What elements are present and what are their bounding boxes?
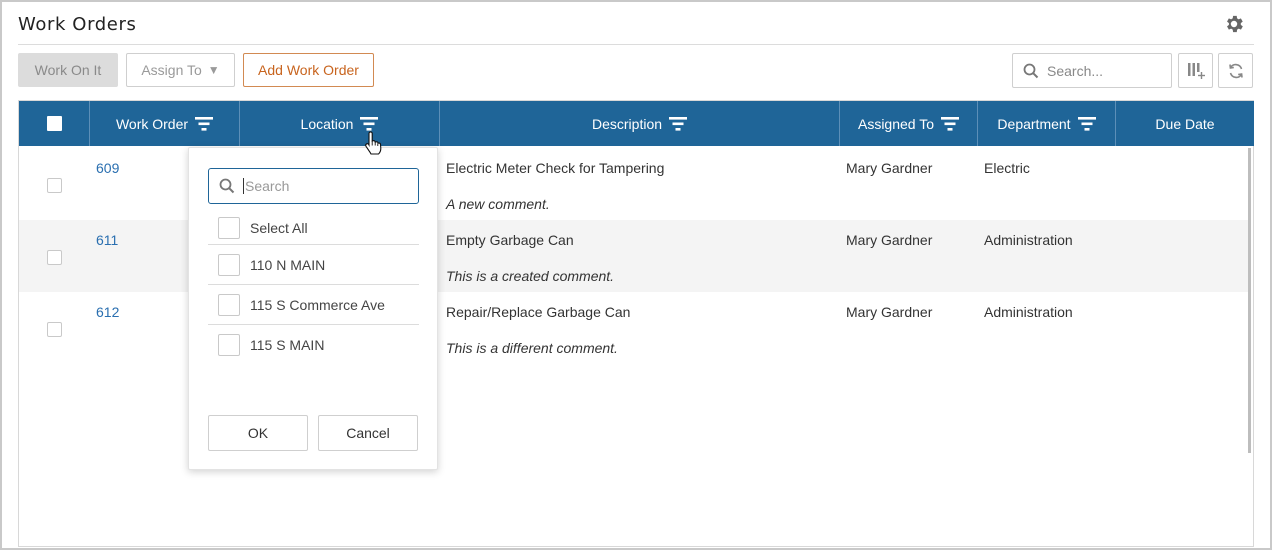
filter-icon[interactable] — [941, 116, 959, 131]
filter-option[interactable]: 115 S MAIN — [208, 324, 419, 364]
column-header-label: Assigned To — [857, 115, 934, 132]
row-description: Empty Garbage Can — [446, 232, 574, 248]
row-department: Electric — [984, 160, 1030, 176]
hand-pointer-icon — [365, 131, 382, 155]
refresh-button[interactable] — [1218, 53, 1253, 88]
row-comment: This is a different comment. — [446, 340, 618, 356]
checkbox[interactable] — [218, 333, 240, 356]
gear-icon[interactable] — [1223, 13, 1245, 35]
filter-option-label: 115 S MAIN — [250, 336, 325, 353]
filter-search[interactable] — [208, 168, 419, 204]
work-on-it-button[interactable]: Work On It — [18, 53, 118, 87]
filter-icon[interactable] — [195, 116, 214, 131]
checkbox[interactable] — [218, 253, 240, 276]
work-order-link[interactable]: 612 — [96, 304, 119, 320]
row-department: Administration — [984, 232, 1073, 248]
row-assigned-to: Mary Gardner — [846, 232, 933, 248]
filter-search-input[interactable] — [243, 178, 403, 194]
column-header-label: Location — [300, 115, 354, 132]
column-header-label: Due Date — [1155, 115, 1215, 132]
column-header-work-order[interactable]: Work Order — [90, 101, 240, 146]
filter-ok-button[interactable]: OK — [208, 415, 308, 451]
search-input[interactable] — [1047, 62, 1157, 79]
search-icon — [219, 178, 235, 194]
column-header-assigned-to[interactable]: Assigned To — [840, 101, 978, 146]
assign-to-label: Assign To — [141, 62, 202, 78]
filter-option-label: 115 S Commerce Ave — [250, 296, 385, 313]
search-icon — [1023, 63, 1039, 78]
select-all-checkbox[interactable] — [46, 116, 62, 131]
checkbox[interactable] — [218, 217, 240, 239]
grid-header: Work Order Location Description Assigned… — [19, 101, 1254, 146]
column-header-label: Description — [591, 115, 663, 132]
filter-option-label: 110 N MAIN — [250, 256, 326, 273]
row-comment: A new comment. — [446, 196, 550, 212]
caret-down-icon: ▼ — [207, 63, 220, 77]
column-chooser-icon — [1187, 62, 1205, 79]
add-work-order-button[interactable]: Add Work Order — [243, 53, 374, 87]
header-select-all[interactable] — [19, 101, 90, 146]
filter-option-select-all[interactable]: Select All — [208, 208, 419, 248]
row-comment: This is a created comment. — [446, 268, 615, 284]
row-description: Repair/Replace Garbage Can — [446, 304, 631, 320]
filter-option-label: Select All — [250, 220, 308, 236]
column-header-description[interactable]: Description — [440, 101, 840, 146]
column-header-due-date[interactable]: Due Date — [1116, 101, 1254, 146]
filter-option[interactable]: 115 S Commerce Ave — [208, 284, 419, 324]
column-header-location[interactable]: Location — [240, 101, 440, 146]
row-assigned-to: Mary Gardner — [846, 304, 933, 320]
filter-icon[interactable] — [669, 116, 688, 131]
add-work-order-label: Add Work Order — [258, 62, 359, 78]
filter-option[interactable]: 110 N MAIN — [208, 244, 419, 284]
column-header-label: Work Order — [115, 115, 189, 132]
row-checkbox[interactable] — [47, 322, 62, 337]
work-order-link[interactable]: 609 — [96, 160, 119, 176]
column-chooser-button[interactable] — [1178, 53, 1213, 88]
ok-label: OK — [247, 425, 269, 441]
row-checkbox[interactable] — [47, 250, 62, 265]
row-department: Administration — [984, 304, 1073, 320]
vertical-scrollbar[interactable] — [1248, 148, 1251, 453]
assign-to-button[interactable]: Assign To ▼ — [126, 53, 235, 87]
page-title: Work Orders — [18, 14, 137, 35]
row-checkbox[interactable] — [47, 178, 62, 193]
grid-search[interactable] — [1012, 53, 1172, 88]
checkbox[interactable] — [218, 293, 240, 316]
title-divider — [18, 44, 1254, 45]
work-order-link[interactable]: 611 — [96, 232, 118, 248]
filter-icon[interactable] — [360, 116, 379, 131]
row-assigned-to: Mary Gardner — [846, 160, 933, 176]
column-header-label: Department — [997, 115, 1071, 132]
refresh-icon — [1228, 63, 1243, 78]
column-header-department[interactable]: Department — [978, 101, 1116, 146]
filter-cancel-button[interactable]: Cancel — [318, 415, 418, 451]
filter-icon[interactable] — [1077, 116, 1096, 131]
cancel-label: Cancel — [346, 425, 390, 441]
work-on-it-label: Work On It — [34, 62, 102, 78]
location-filter-popup: Select All 110 N MAIN 115 S Commerce Ave… — [188, 147, 438, 470]
row-description: Electric Meter Check for Tampering — [446, 160, 665, 176]
